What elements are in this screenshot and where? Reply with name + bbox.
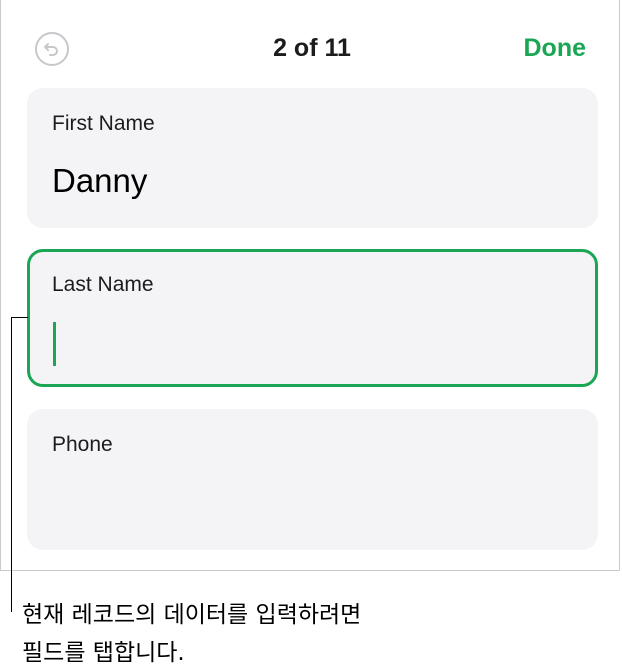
field-value: Danny	[52, 162, 148, 199]
callout-line-vertical	[11, 317, 12, 612]
field-label: First Name	[52, 112, 155, 135]
callout-line-1: 현재 레코드의 데이터를 입력하려면	[22, 602, 362, 628]
callout-line-2: 필드를 탭합니다.	[22, 640, 185, 666]
field-phone[interactable]: Phone	[27, 409, 598, 550]
text-cursor	[53, 322, 56, 366]
field-first-name[interactable]: First Name Danny	[27, 88, 598, 228]
callout-line-horizontal	[11, 317, 28, 318]
data-form-panel: 2 of 11 Done First Name Danny Last Name …	[0, 0, 620, 571]
callout-text: 현재 레코드의 데이터를 입력하려면 필드를 탭합니다.	[22, 596, 361, 672]
field-label: Last Name	[52, 273, 154, 296]
field-last-name[interactable]: Last Name	[27, 249, 598, 387]
done-button[interactable]: Done	[524, 34, 587, 63]
field-label: Phone	[52, 433, 113, 456]
